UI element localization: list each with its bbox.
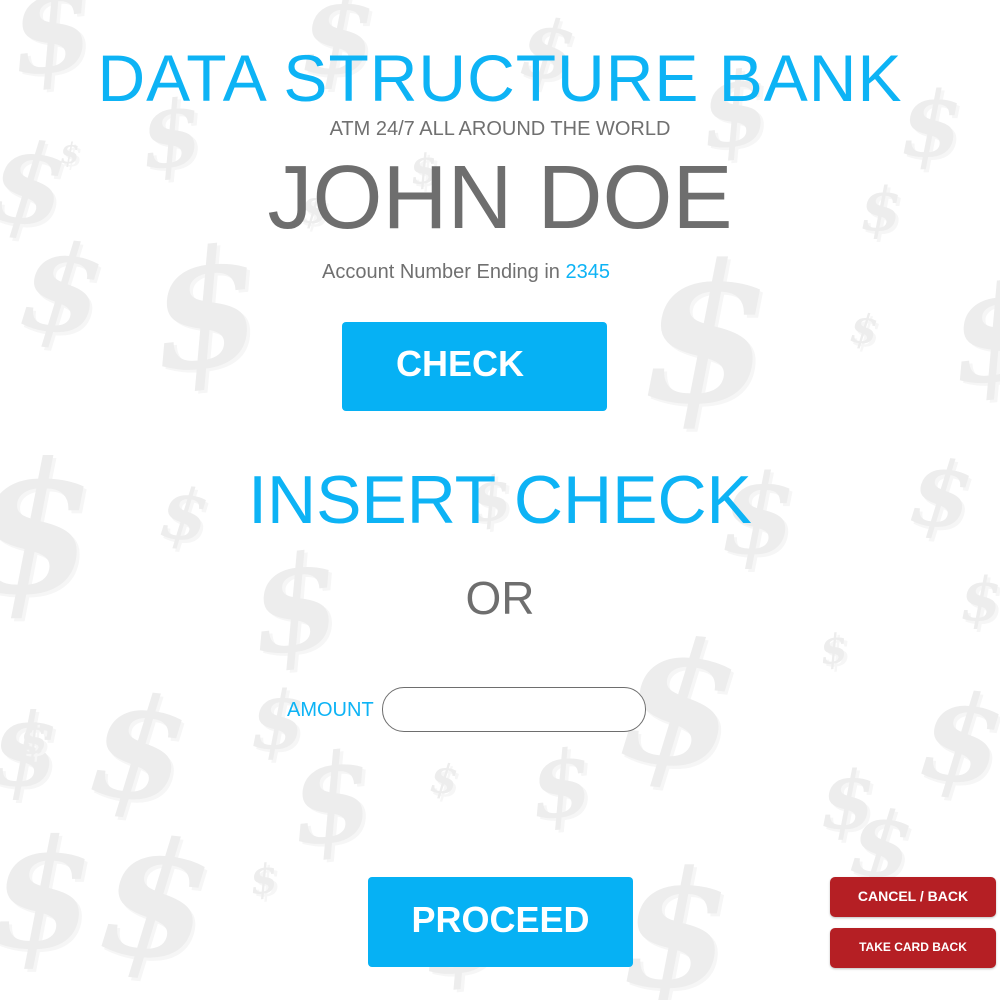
account-number-ending: 2345	[565, 261, 610, 283]
atm-screen: DATA STRUCTURE BANK ATM 24/7 ALL AROUND …	[0, 0, 1000, 1000]
insert-check-heading: INSERT CHECK	[248, 462, 752, 538]
amount-input[interactable]	[382, 687, 646, 732]
cancel-back-button[interactable]: CANCEL / BACK	[830, 877, 996, 917]
or-divider-text: OR	[465, 572, 535, 624]
bank-title: DATA STRUCTURE BANK	[97, 41, 903, 115]
customer-name: JOHN DOE	[267, 148, 733, 248]
account-number-label: Account Number Ending in	[322, 261, 560, 283]
amount-label: AMOUNT	[287, 699, 374, 721]
account-number-line: Account Number Ending in 2345	[322, 260, 610, 284]
check-button[interactable]: CHECK	[342, 322, 607, 411]
proceed-button[interactable]: PROCEED	[368, 877, 633, 967]
bank-tagline: ATM 24/7 ALL AROUND THE WORLD	[329, 118, 671, 140]
take-card-back-button[interactable]: TAKE CARD BACK	[830, 928, 996, 968]
